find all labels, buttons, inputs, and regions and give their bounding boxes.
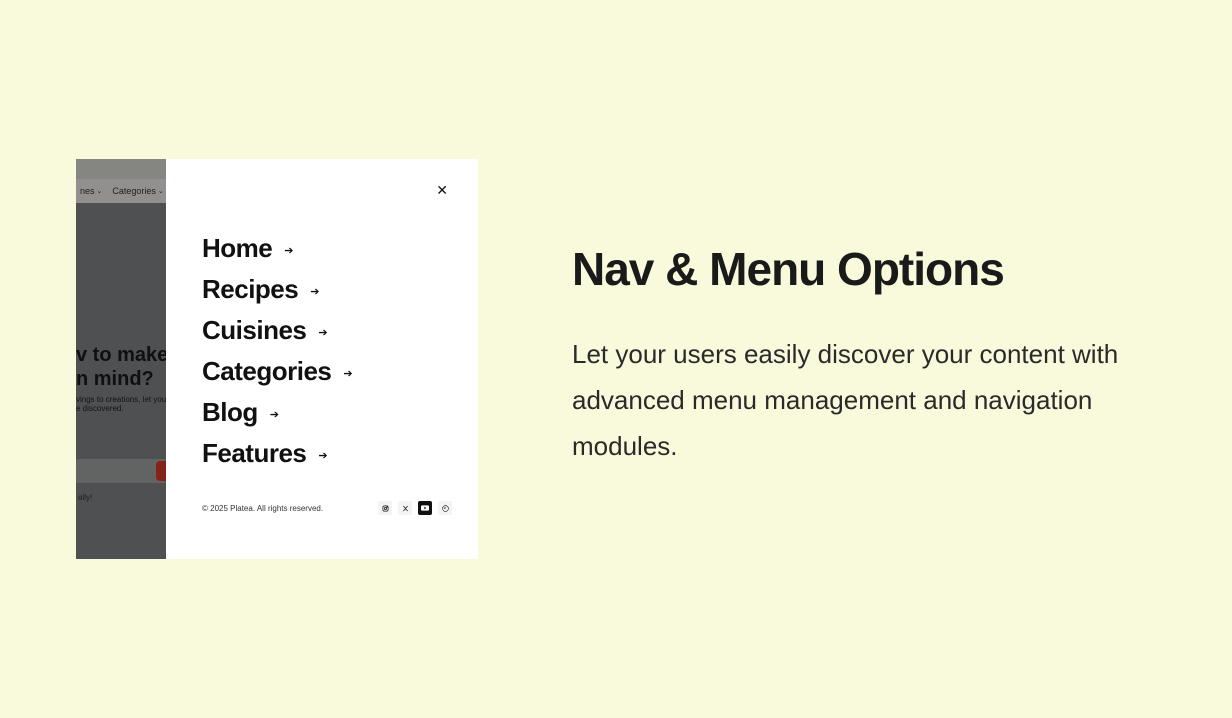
menu-item-label: Recipes bbox=[202, 274, 298, 305]
menu-item-label: Categories bbox=[202, 356, 331, 387]
drawer-menu: Home ➔ Recipes ➔ Cuisines ➔ Categories ➔… bbox=[202, 233, 353, 479]
copyright-text: © 2025 Platea. All rights reserved. bbox=[202, 504, 323, 513]
arrow-right-icon: ➔ bbox=[284, 244, 293, 257]
arrow-right-icon: ➔ bbox=[318, 449, 327, 462]
menu-item-recipes[interactable]: Recipes ➔ bbox=[202, 274, 353, 305]
top-utility-bar bbox=[76, 159, 166, 179]
menu-item-label: Features bbox=[202, 438, 306, 469]
close-button[interactable]: ✕ bbox=[436, 183, 448, 197]
chevron-down-icon: ⌄ bbox=[158, 187, 164, 195]
hero-heading-line: v to make bbox=[76, 344, 168, 366]
menu-item-label: Cuisines bbox=[202, 315, 306, 346]
section-description: Let your users easily discover your cont… bbox=[572, 331, 1132, 470]
menu-item-label: Blog bbox=[202, 397, 258, 428]
chevron-down-icon: ⌄ bbox=[97, 187, 103, 195]
arrow-right-icon: ➔ bbox=[343, 367, 352, 380]
arrow-right-icon: ➔ bbox=[318, 326, 327, 339]
section-title: Nav & Menu Options bbox=[572, 244, 1132, 295]
close-icon: ✕ bbox=[436, 182, 448, 198]
search-input[interactable] bbox=[76, 459, 166, 483]
menu-item-blog[interactable]: Blog ➔ bbox=[202, 397, 353, 428]
menu-item-cuisines[interactable]: Cuisines ➔ bbox=[202, 315, 353, 346]
screenshot-preview: nes ⌄ Categories ⌄ v to make n mind? vin… bbox=[76, 159, 478, 559]
site-nav-bar: nes ⌄ Categories ⌄ bbox=[76, 179, 166, 203]
nav-item-fragment[interactable]: nes ⌄ bbox=[80, 186, 102, 196]
menu-item-categories[interactable]: Categories ➔ bbox=[202, 356, 353, 387]
pinterest-icon[interactable] bbox=[438, 501, 452, 515]
hero-heading-line: n mind? bbox=[76, 368, 154, 390]
site-background: nes ⌄ Categories ⌄ v to make n mind? vin… bbox=[76, 159, 166, 559]
instagram-icon[interactable] bbox=[378, 501, 392, 515]
youtube-icon[interactable] bbox=[418, 501, 432, 515]
menu-item-features[interactable]: Features ➔ bbox=[202, 438, 353, 469]
nav-drawer: ✕ Home ➔ Recipes ➔ Cuisines ➔ Categories… bbox=[166, 159, 478, 559]
arrow-right-icon: ➔ bbox=[310, 285, 319, 298]
hero-subheading-line: e discovered. bbox=[76, 404, 124, 413]
menu-item-label: Home bbox=[202, 233, 272, 264]
x-icon[interactable] bbox=[398, 501, 412, 515]
nav-item-categories[interactable]: Categories ⌄ bbox=[112, 186, 163, 196]
menu-item-home[interactable]: Home ➔ bbox=[202, 233, 353, 264]
hero-tag: ally! bbox=[78, 493, 92, 502]
hero-subheading: vings to creations, let you e discovered… bbox=[76, 395, 166, 413]
hero-heading: v to make n mind? bbox=[76, 343, 168, 391]
hero-background: v to make n mind? vings to creations, le… bbox=[76, 203, 166, 559]
drawer-footer: © 2025 Platea. All rights reserved. bbox=[202, 501, 452, 515]
nav-item-label: nes bbox=[80, 186, 95, 196]
arrow-right-icon: ➔ bbox=[270, 408, 279, 421]
social-links bbox=[378, 501, 452, 515]
hero-subheading-line: vings to creations, let you bbox=[76, 395, 166, 404]
nav-item-label: Categories bbox=[112, 186, 156, 196]
